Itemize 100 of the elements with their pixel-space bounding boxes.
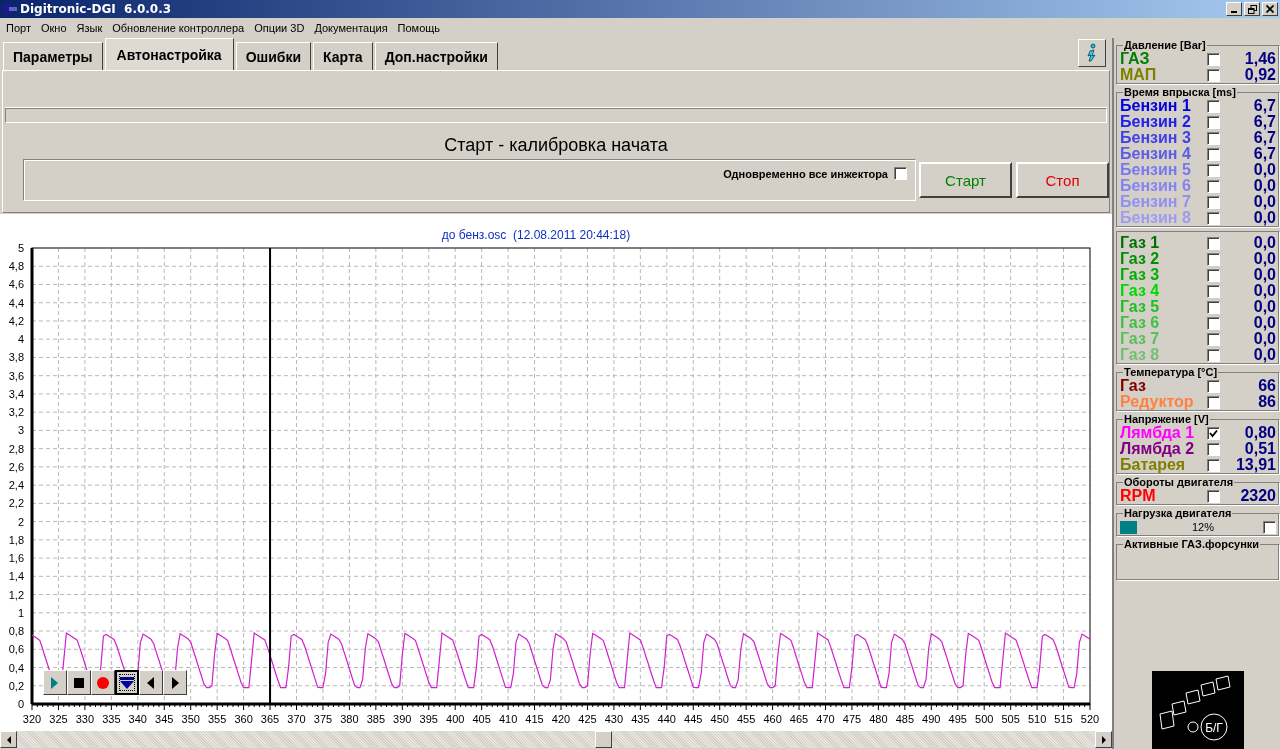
checkbox[interactable] — [1207, 379, 1220, 393]
checkbox[interactable] — [1207, 179, 1220, 193]
y-axis-label: 4,6 — [8, 278, 24, 291]
tab[interactable]: Карта — [313, 42, 373, 70]
record-button[interactable] — [91, 670, 115, 695]
sensor-label: Газ 5 — [1120, 299, 1161, 315]
sensor-value: 0,0 — [1252, 210, 1276, 226]
sensor-label: Лямбда 1 — [1120, 425, 1195, 441]
x-axis-label: 355 — [207, 713, 227, 725]
checkbox[interactable] — [1207, 300, 1220, 314]
x-axis-label: 360 — [234, 713, 253, 725]
checkbox[interactable] — [1207, 489, 1220, 503]
tab[interactable]: Автонастройка — [104, 38, 234, 70]
x-axis-label: 320 — [22, 713, 42, 725]
checkbox[interactable] — [1207, 316, 1220, 330]
checkbox[interactable] — [1207, 163, 1220, 177]
x-axis-label: 455 — [736, 713, 756, 725]
tab[interactable]: Ошибки — [235, 42, 312, 70]
restore-button[interactable] — [1244, 2, 1260, 16]
checkbox[interactable] — [1207, 211, 1220, 225]
checkbox[interactable] — [1207, 68, 1220, 82]
down-button[interactable] — [115, 670, 139, 695]
menu-item[interactable]: Обновление контроллера — [108, 22, 251, 34]
x-axis-label: 335 — [102, 713, 121, 725]
checkbox[interactable] — [1207, 442, 1220, 456]
x-axis-label: 445 — [684, 713, 703, 725]
menu-item[interactable]: Окно — [36, 22, 73, 34]
x-axis-label: 415 — [525, 713, 544, 725]
sensor-value: 0,0 — [1252, 283, 1276, 299]
sensor-value: 0,0 — [1252, 267, 1276, 283]
checkbox[interactable] — [1207, 252, 1220, 266]
sensor-label: Газ 1 — [1120, 235, 1161, 251]
horizontal-scrollbar[interactable] — [0, 731, 1112, 748]
right-button[interactable] — [163, 670, 187, 695]
checkbox[interactable] — [1207, 195, 1220, 209]
y-axis-label: 2 — [17, 515, 24, 528]
sensor-value: 6,7 — [1252, 146, 1276, 162]
x-axis-label: 435 — [631, 713, 650, 725]
tab[interactable]: Доп.настройки — [374, 42, 498, 70]
cursor-line[interactable] — [269, 248, 272, 704]
minimize-button[interactable] — [1226, 2, 1242, 16]
checkbox[interactable] — [1207, 52, 1220, 66]
y-axis-label: 1,6 — [8, 552, 24, 565]
fuel-indicator-drawing — [1159, 675, 1231, 741]
sensor-value: 2320 — [1239, 488, 1276, 504]
checkbox[interactable] — [1207, 332, 1220, 346]
checkbox[interactable] — [1263, 520, 1276, 534]
sensor-value: 6,7 — [1252, 98, 1276, 114]
x-axis-label: 370 — [287, 713, 306, 725]
stop-button[interactable] — [67, 670, 91, 695]
checkbox[interactable] — [1207, 99, 1220, 113]
y-axis-label: 1,4 — [8, 570, 24, 583]
info-button[interactable] — [1078, 39, 1106, 67]
close-button[interactable] — [1262, 2, 1278, 16]
scroll-thumb[interactable] — [595, 731, 612, 748]
x-axis-label: 325 — [49, 713, 68, 725]
fuel-switch-panel[interactable]: Б/Г — [1152, 671, 1244, 749]
x-axis-label: 425 — [578, 713, 597, 725]
load-reading: 12% — [1192, 521, 1215, 533]
checkbox[interactable] — [1207, 147, 1220, 161]
checkbox[interactable] — [1207, 115, 1220, 129]
y-axis-label: 2,8 — [8, 442, 24, 455]
sensor-label: Бензин 7 — [1120, 194, 1192, 210]
y-axis-label: 2,4 — [8, 479, 24, 492]
x-axis-label: 460 — [763, 713, 782, 725]
left-button[interactable] — [139, 670, 163, 695]
sensor-label: ГАЗ — [1120, 51, 1150, 67]
checkbox[interactable] — [1207, 426, 1220, 440]
menu-item[interactable]: Помощь — [393, 22, 447, 34]
sensor-label: МАП — [1120, 67, 1158, 83]
restore-icon — [1247, 4, 1257, 14]
checkbox[interactable] — [1207, 395, 1220, 409]
menu-item[interactable]: Язык — [72, 22, 109, 34]
y-axis-label: 0,8 — [8, 625, 24, 638]
menu-item[interactable]: Порт — [2, 22, 37, 34]
checkbox[interactable] — [1207, 268, 1220, 282]
y-axis-label: 4,8 — [8, 260, 24, 273]
checkbox[interactable] — [1207, 348, 1220, 362]
checkbox[interactable] — [1207, 236, 1220, 250]
checkbox[interactable] — [1207, 284, 1220, 298]
tab[interactable]: Параметры — [3, 42, 103, 70]
scroll-right-icon[interactable] — [1095, 731, 1112, 748]
x-axis-label: 440 — [657, 713, 676, 725]
checkbox[interactable] — [1207, 458, 1220, 472]
checkbox[interactable] — [1207, 131, 1220, 145]
x-axis-label: 485 — [895, 713, 915, 725]
y-axis-label: 2,6 — [8, 460, 24, 473]
sensor-value: 0,0 — [1252, 178, 1276, 194]
play-button[interactable] — [43, 670, 67, 695]
scroll-left-icon[interactable] — [0, 731, 17, 748]
y-axis-label: 3,4 — [8, 387, 24, 400]
menu-item[interactable]: Опции 3D — [250, 22, 311, 34]
menu-item[interactable]: Документация — [310, 22, 394, 34]
sensor-label: Газ 2 — [1120, 251, 1161, 267]
sensor-label: Газ — [1120, 378, 1146, 394]
sensor-value: 1,46 — [1243, 51, 1276, 67]
x-axis-label: 345 — [155, 713, 174, 725]
sensor-value: 0,51 — [1243, 441, 1276, 457]
checkbox[interactable] — [894, 167, 907, 180]
y-axis-label: 2,2 — [8, 497, 24, 510]
